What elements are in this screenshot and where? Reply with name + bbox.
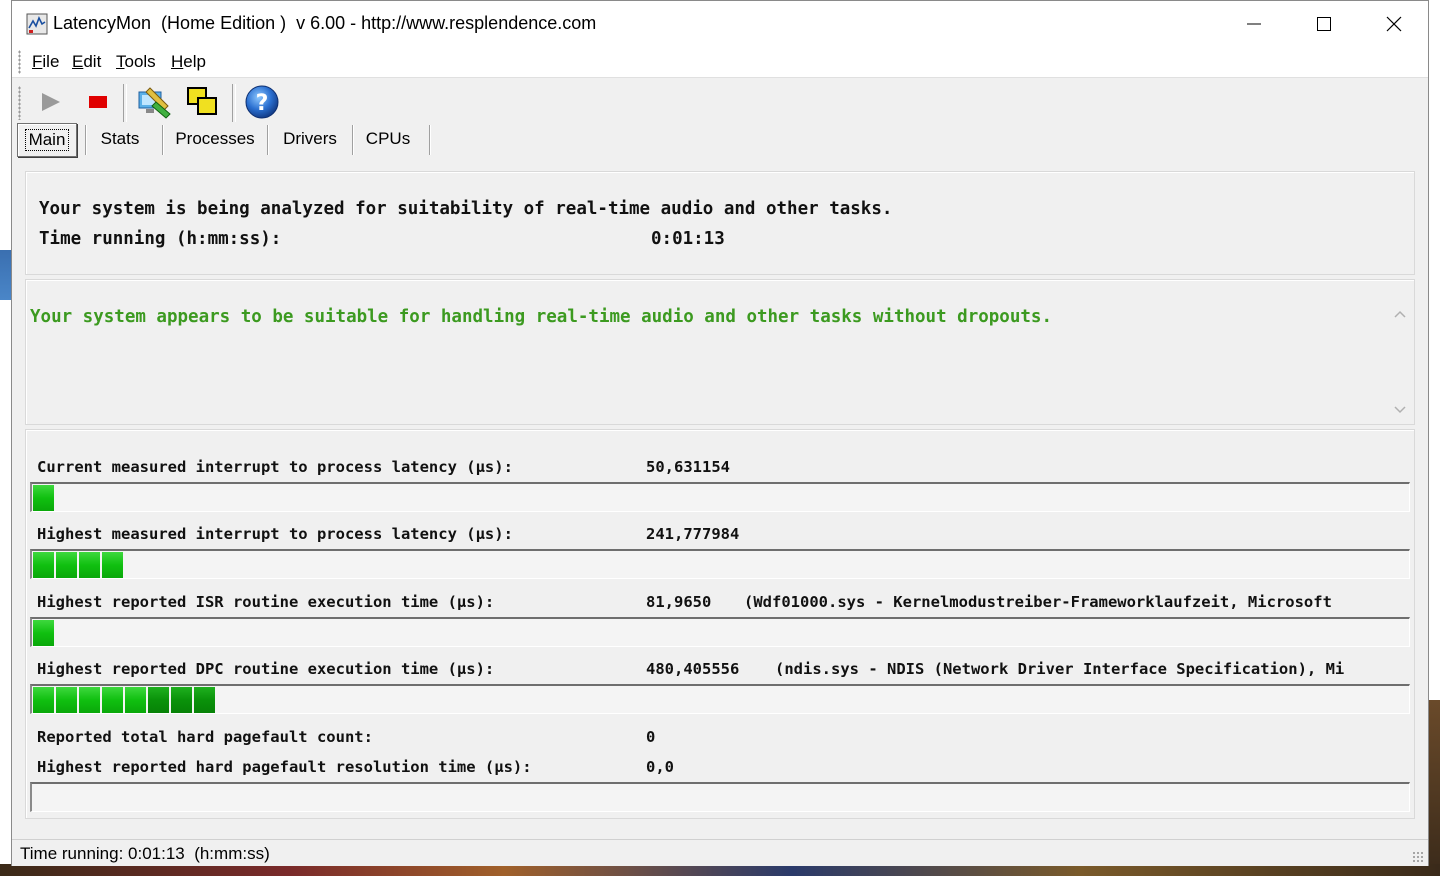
tab-cpus[interactable]: CPUs	[360, 123, 416, 155]
tab-processes[interactable]: Processes	[170, 123, 260, 155]
verdict-message: Your system appears to be suitable for h…	[30, 307, 1052, 327]
latencymon-app-icon	[26, 13, 48, 35]
toolbar-separator	[123, 84, 127, 122]
windows-icon[interactable]	[186, 86, 220, 118]
analyze-icon[interactable]	[136, 84, 172, 120]
menu-edit[interactable]: Edit	[72, 52, 101, 72]
bar-segment	[79, 552, 100, 578]
minimize-button[interactable]	[1219, 1, 1289, 47]
toolbar-separator	[232, 84, 236, 122]
metric-value-dpc-time: 480,405556	[646, 660, 740, 678]
progress-bar-highest-latency	[30, 549, 1410, 579]
menu-tools[interactable]: Tools	[116, 52, 156, 72]
bar-fill	[33, 485, 56, 511]
tab-separator	[267, 125, 268, 155]
metric-value-pagefault-resolution: 0,0	[646, 758, 674, 776]
resize-grip[interactable]	[1412, 851, 1424, 863]
analysis-message: Your system is being analyzed for suitab…	[39, 199, 893, 219]
bar-segment	[102, 552, 123, 578]
progress-bar-pagefault-resolution	[30, 782, 1410, 812]
bar-fill	[33, 687, 217, 713]
analysis-status-panel: Your system is being analyzed for suitab…	[25, 171, 1415, 275]
stop-icon[interactable]	[88, 93, 108, 111]
tab-separator	[352, 125, 353, 155]
tab-strip: Main Stats Processes Drivers CPUs	[12, 123, 1428, 157]
progress-bar-isr-time	[30, 617, 1410, 647]
bar-segment	[102, 687, 123, 713]
metric-label-isr-time: Highest reported ISR routine execution t…	[37, 593, 495, 611]
metric-value-highest-latency: 241,777984	[646, 525, 740, 543]
bar-fill	[33, 620, 56, 646]
verdict-scrollbar[interactable]	[1388, 302, 1412, 422]
metric-label-current-latency: Current measured interrupt to process la…	[37, 458, 513, 476]
metric-driver-dpc: (ndis.sys - NDIS (Network Driver Interfa…	[775, 660, 1345, 678]
status-bar: Time running: 0:01:13 (h:mm:ss)	[12, 839, 1428, 866]
metric-label-dpc-time: Highest reported DPC routine execution t…	[37, 660, 495, 678]
bar-segment	[33, 552, 54, 578]
metric-label-pagefault-count: Reported total hard pagefault count:	[37, 728, 373, 746]
bar-segment	[56, 552, 77, 578]
menu-help[interactable]: Help	[171, 52, 206, 72]
tab-stats[interactable]: Stats	[92, 123, 148, 155]
close-button[interactable]	[1359, 1, 1429, 47]
toolbar-grip[interactable]	[18, 86, 21, 120]
metric-value-current-latency: 50,631154	[646, 458, 730, 476]
scroll-up-icon[interactable]	[1394, 310, 1406, 318]
bar-segment	[33, 620, 54, 646]
metric-value-isr-time: 81,9650	[646, 593, 712, 611]
metrics-panel: Current measured interrupt to process la…	[25, 429, 1415, 819]
play-icon[interactable]	[38, 91, 62, 113]
help-icon[interactable]: ?	[244, 84, 280, 120]
minimize-icon	[1247, 23, 1261, 25]
tab-separator	[85, 125, 86, 155]
metric-label-highest-latency: Highest measured interrupt to process la…	[37, 525, 513, 543]
bar-segment	[56, 687, 77, 713]
bar-segment	[194, 687, 215, 713]
verdict-panel: Your system appears to be suitable for h…	[25, 279, 1415, 425]
title-bar: LatencyMon (Home Edition ) v 6.00 - http…	[12, 1, 1428, 47]
maximize-button[interactable]	[1289, 1, 1359, 47]
toolbar: ?	[12, 78, 1428, 128]
bar-segment	[79, 687, 100, 713]
scroll-down-icon[interactable]	[1394, 406, 1406, 414]
metric-driver-isr: (Wdf01000.sys - Kernelmodustreiber-Frame…	[744, 593, 1332, 611]
progress-bar-current-latency	[30, 482, 1410, 512]
tab-separator	[162, 125, 163, 155]
tab-drivers[interactable]: Drivers	[274, 123, 346, 155]
progress-bar-dpc-time	[30, 684, 1410, 714]
window-title: LatencyMon (Home Edition ) v 6.00 - http…	[53, 13, 597, 33]
bar-segment	[148, 687, 169, 713]
bar-segment	[33, 485, 54, 511]
bar-fill	[33, 552, 125, 578]
bar-segment	[33, 687, 54, 713]
bar-segment	[125, 687, 146, 713]
latencymon-window: LatencyMon (Home Edition ) v 6.00 - http…	[11, 0, 1429, 866]
metric-value-pagefault-count: 0	[646, 728, 656, 746]
close-icon	[1386, 16, 1402, 32]
maximize-icon	[1317, 17, 1331, 31]
menu-bar: File Edit Tools Help	[12, 47, 1428, 78]
time-running-value: 0:01:13	[651, 229, 725, 249]
menu-grip[interactable]	[18, 50, 21, 74]
status-time-running: Time running: 0:01:13 (h:mm:ss)	[20, 844, 270, 863]
tab-separator	[429, 125, 430, 155]
metric-label-pagefault-resolution: Highest reported hard pagefault resoluti…	[37, 758, 532, 776]
tab-main[interactable]: Main	[17, 123, 77, 157]
menu-file[interactable]: File	[32, 52, 59, 72]
time-running-label: Time running (h:mm:ss):	[39, 229, 282, 249]
svg-text:?: ?	[256, 91, 269, 116]
desktop-right-edge	[1428, 0, 1440, 876]
bar-segment	[171, 687, 192, 713]
